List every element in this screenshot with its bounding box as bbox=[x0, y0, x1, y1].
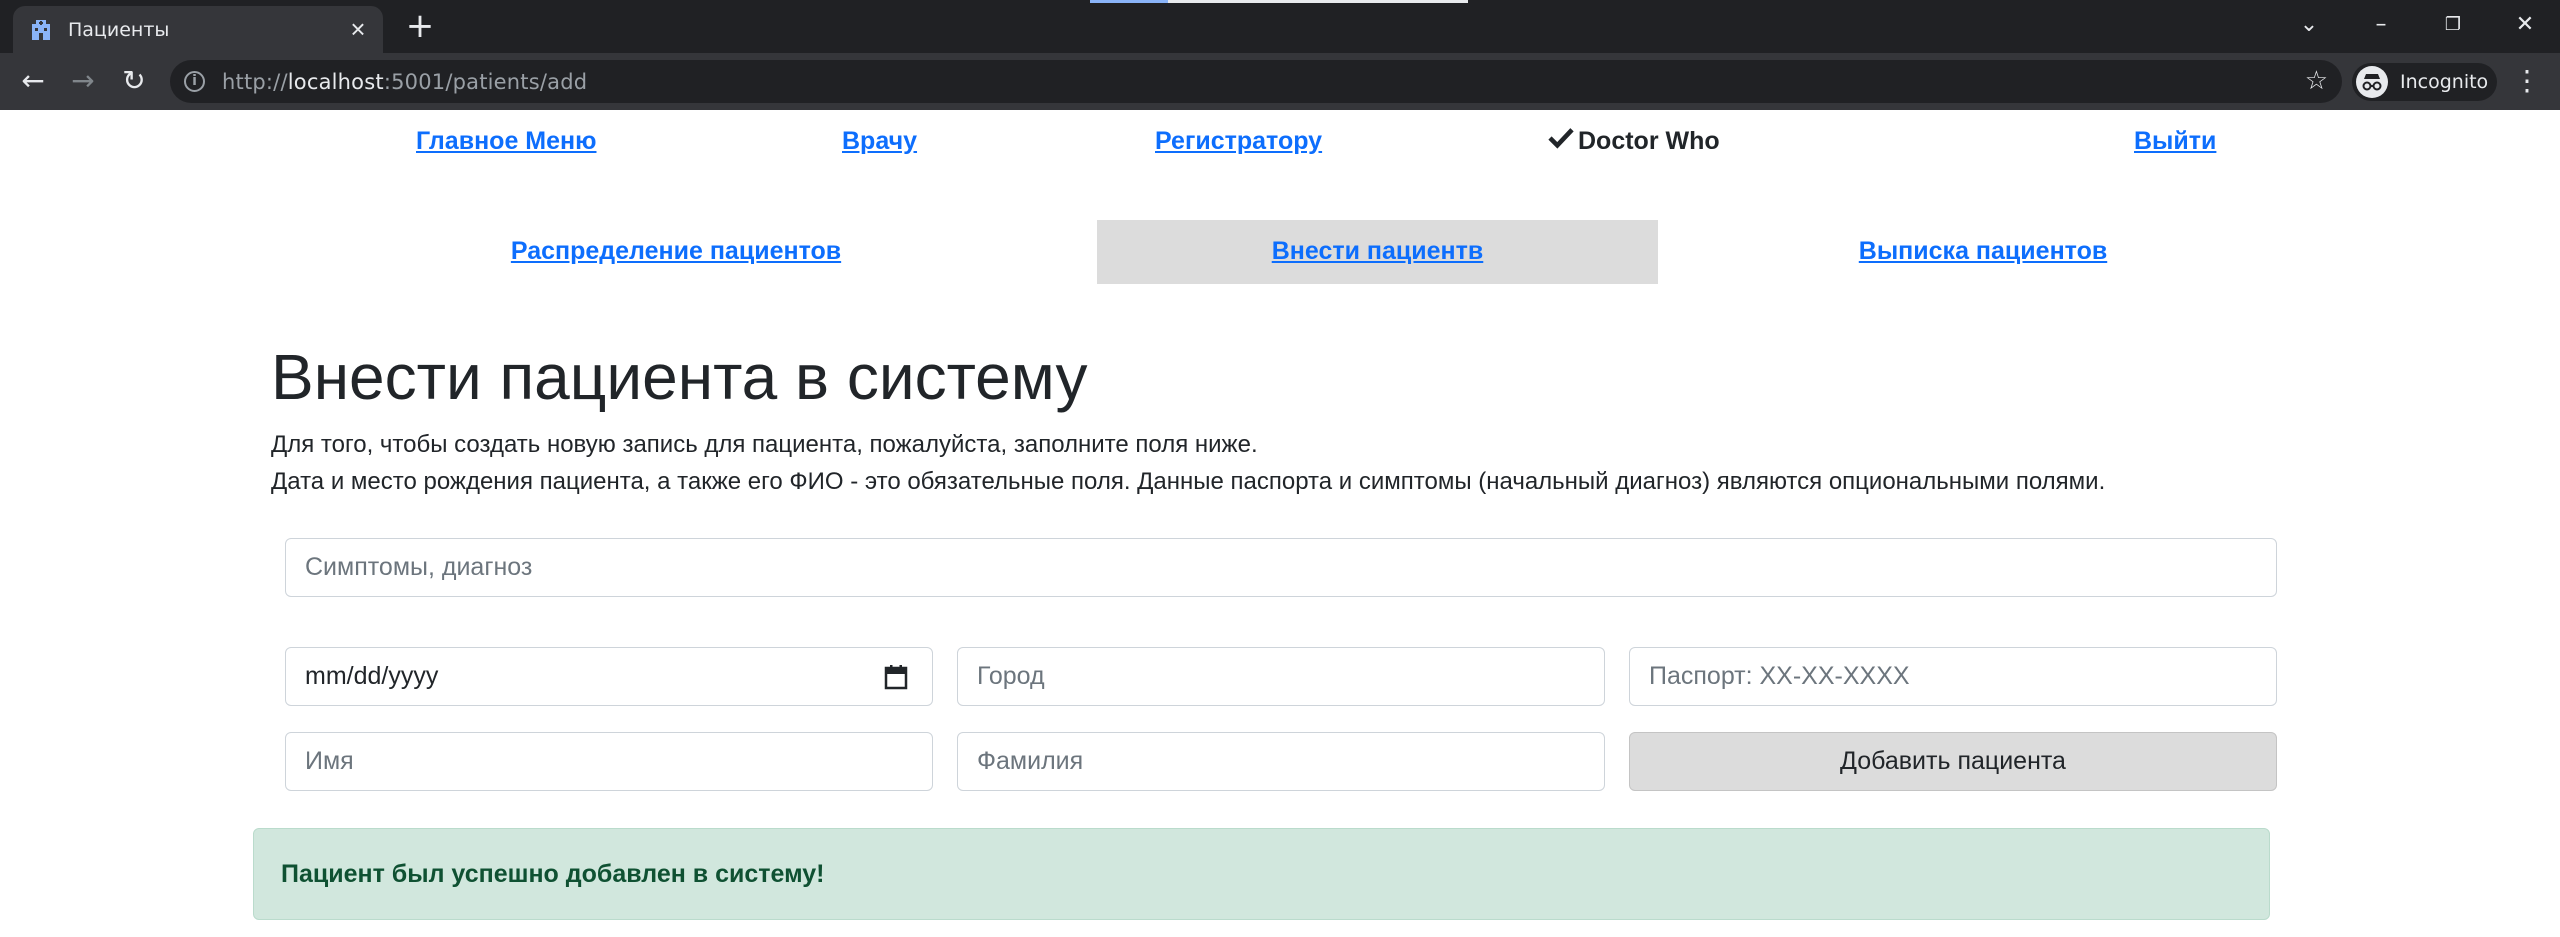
checkmark-icon bbox=[1548, 127, 1578, 156]
description-line-2: Дата и место рождения пациента, а также … bbox=[271, 468, 2106, 495]
current-user: Doctor Who bbox=[1548, 127, 1720, 156]
success-alert-message: Пациент был успешно добавлен в систему! bbox=[281, 860, 825, 888]
calendar-icon[interactable] bbox=[884, 664, 908, 690]
add-patient-button[interactable]: Добавить пациента bbox=[1629, 732, 2277, 791]
browser-menu-icon[interactable]: ⋮ bbox=[2512, 65, 2542, 99]
reload-icon[interactable]: ↻ bbox=[117, 65, 151, 99]
close-window-icon[interactable]: ✕ bbox=[2508, 8, 2542, 42]
minimize-icon[interactable]: – bbox=[2364, 8, 2398, 42]
nav-main-menu-link[interactable]: Главное Меню bbox=[416, 127, 596, 156]
symptoms-input[interactable]: Симптомы, диагноз bbox=[285, 538, 2277, 597]
main-navbar: Главное Меню Врачу Регистратору Doctor W… bbox=[0, 110, 2560, 174]
birth-date-value: mm/dd/yyyy bbox=[305, 662, 439, 690]
browser-toolbar: ← → ↻ i http://localhost:5001/patients/a… bbox=[0, 53, 2560, 110]
tab-search-chevron-icon[interactable]: ⌄ bbox=[2292, 8, 2326, 42]
new-tab-icon[interactable]: + bbox=[403, 9, 437, 45]
incognito-profile-button[interactable]: Incognito bbox=[2352, 63, 2497, 101]
passport-input[interactable]: Паспорт: XX-XX-XXXX bbox=[1629, 647, 2277, 706]
address-bar[interactable]: i http://localhost:5001/patients/add ☆ bbox=[170, 60, 2342, 103]
first-name-input[interactable]: Имя bbox=[285, 732, 933, 791]
user-name: Doctor Who bbox=[1578, 127, 1720, 155]
success-alert: Пациент был успешно добавлен в систему! bbox=[253, 828, 2270, 920]
browser-tab[interactable]: Пациенты × bbox=[13, 6, 383, 53]
forward-icon[interactable]: → bbox=[66, 65, 100, 99]
page-content: Главное Меню Врачу Регистратору Doctor W… bbox=[0, 110, 2560, 937]
section-tabs: Распределение пациентов Внести пациентв … bbox=[0, 220, 2560, 284]
tab-distribution[interactable]: Распределение пациентов bbox=[396, 220, 956, 284]
tab-add-patient-link[interactable]: Внести пациентв bbox=[1272, 237, 1484, 266]
last-name-input[interactable]: Фамилия bbox=[957, 732, 1605, 791]
bookmark-star-icon[interactable]: ☆ bbox=[2305, 66, 2328, 96]
restore-icon[interactable]: ❐ bbox=[2436, 8, 2470, 42]
close-tab-icon[interactable]: × bbox=[345, 16, 371, 43]
incognito-label: Incognito bbox=[2400, 71, 2489, 93]
birth-date-input[interactable]: mm/dd/yyyy bbox=[285, 647, 933, 706]
tab-distribution-link[interactable]: Распределение пациентов bbox=[511, 237, 841, 266]
url-text: http://localhost:5001/patients/add bbox=[222, 70, 588, 94]
city-input[interactable]: Город bbox=[957, 647, 1605, 706]
tab-title: Пациенты bbox=[68, 19, 170, 41]
nav-doctor-link[interactable]: Врачу bbox=[842, 127, 917, 156]
logout-link[interactable]: Выйти bbox=[2134, 127, 2216, 156]
nav-registrar-link[interactable]: Регистратору bbox=[1155, 127, 1322, 156]
tabstrip-indicator-secondary bbox=[1168, 0, 1468, 3]
tab-add-patient[interactable]: Внести пациентв bbox=[1097, 220, 1658, 284]
page-title: Внести пациента в систему bbox=[271, 341, 1088, 413]
hospital-favicon-icon bbox=[32, 20, 50, 40]
tab-discharge[interactable]: Выписка пациентов bbox=[1700, 220, 2266, 284]
description-line-1: Для того, чтобы создать новую запись для… bbox=[271, 431, 1258, 458]
tab-discharge-link[interactable]: Выписка пациентов bbox=[1859, 237, 2107, 266]
incognito-icon bbox=[2356, 66, 2388, 98]
site-info-icon[interactable]: i bbox=[184, 71, 205, 92]
back-icon[interactable]: ← bbox=[16, 65, 50, 99]
browser-tabbar: Пациенты × + ⌄ – ❐ ✕ bbox=[0, 0, 2560, 53]
